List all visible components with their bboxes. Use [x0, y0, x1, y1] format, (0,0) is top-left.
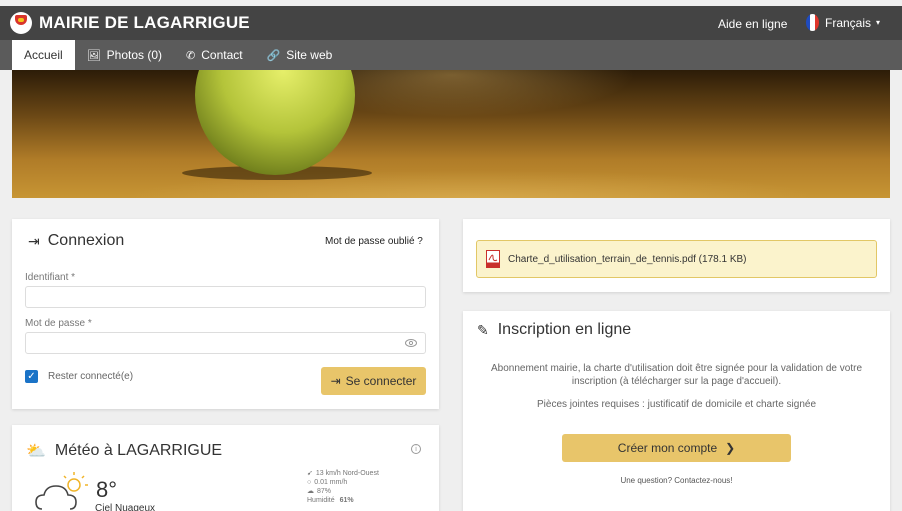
clouds-value: 87%: [317, 488, 332, 495]
attachment-card: Charte_d_utilisation_terrain_de_tennis.p…: [463, 219, 890, 292]
sign-in-icon: ⇥: [28, 232, 40, 249]
weather-title: ⛅ Météo à LAGARRIGUE: [26, 441, 222, 461]
weather-condition: Ciel Nuageux: [95, 503, 156, 511]
help-link[interactable]: Aide en ligne: [718, 17, 787, 31]
rain-value: 0.01 mm/h: [314, 479, 348, 486]
app-title: MAIRIE DE LAGARRIGUE: [39, 13, 250, 32]
phone-icon: ✆: [186, 49, 196, 62]
remember-checkbox[interactable]: ✓: [25, 370, 38, 383]
login-card: ⇥ Connexion Mot de passe oublié ? Identi…: [12, 219, 439, 409]
username-input[interactable]: [25, 286, 426, 308]
pdf-file-icon: [486, 250, 500, 268]
caret-down-icon: ▾: [876, 18, 881, 27]
info-icon[interactable]: i: [411, 444, 421, 454]
forgot-password-link[interactable]: Mot de passe oublié ?: [325, 236, 423, 247]
create-account-label: Créer mon compte: [617, 441, 718, 455]
temperature: 8°: [96, 477, 118, 502]
registration-description: Abonnement mairie, la charte d'utilisati…: [490, 363, 862, 387]
language-selector[interactable]: Français ▾: [806, 14, 880, 31]
eye-icon[interactable]: [405, 337, 417, 349]
tab-accueil[interactable]: Accueil: [12, 40, 75, 70]
wind-icon: ➹: [307, 470, 313, 477]
tab-site-web[interactable]: 🔗 Site web: [255, 40, 345, 70]
username-label: Identifiant *: [25, 272, 76, 283]
nav-tabs: Accueil 🖼 Photos (0) ✆ Contact 🔗 Site we…: [0, 40, 902, 70]
cloudy-weather-icon: [35, 472, 88, 510]
password-label: Mot de passe *: [25, 318, 92, 329]
tennis-banner-image: [12, 70, 890, 198]
tab-contact[interactable]: ✆ Contact: [174, 40, 255, 70]
link-icon: 🔗: [266, 49, 281, 62]
registration-title: ✎ Inscription en ligne: [477, 321, 631, 339]
sun-cloud-icon: ⛅: [26, 443, 46, 460]
pdf-attachment[interactable]: Charte_d_utilisation_terrain_de_tennis.p…: [476, 240, 877, 278]
login-button[interactable]: ⇥ Se connecter: [321, 367, 426, 395]
top-bar: MAIRIE DE LAGARRIGUE Aide en ligne Franç…: [0, 6, 902, 40]
wind-value: 13 km/h Nord-Ouest: [315, 470, 379, 477]
create-account-button[interactable]: Créer mon compte ❯: [562, 434, 791, 462]
image-icon: 🖼: [86, 49, 101, 62]
tab-photos[interactable]: 🖼 Photos (0): [75, 40, 174, 70]
humidity-label: Humidité: [307, 497, 335, 504]
tab-label: Accueil: [24, 48, 63, 62]
pdf-file-name: Charte_d_utilisation_terrain_de_tennis.p…: [508, 253, 747, 265]
registration-card: ✎ Inscription en ligne Abonnement mairie…: [463, 311, 890, 511]
chevron-right-icon: ❯: [725, 441, 736, 455]
weather-card: ⛅ Météo à LAGARRIGUE i 8° Ciel Nuageux ➹…: [12, 425, 439, 511]
sign-in-icon: ⇥: [330, 374, 341, 388]
mairie-logo: [10, 12, 32, 34]
contact-question-link[interactable]: Une question? Contactez-nous!: [471, 476, 882, 485]
password-input[interactable]: [25, 332, 426, 354]
weather-stats: ➹ 13 km/h Nord-Ouest ○ 0.01 mm/h ☁ 87% Humi…: [307, 469, 382, 505]
tab-label: Photos (0): [106, 48, 163, 62]
remember-label: Rester connecté(e): [48, 371, 134, 382]
rain-icon: ○: [307, 479, 312, 486]
edit-icon: ✎: [477, 321, 489, 338]
tab-label: Contact: [201, 48, 243, 62]
registration-title-text: Inscription en ligne: [497, 321, 632, 338]
cloud-icon: ☁: [307, 488, 314, 495]
login-button-label: Se connecter: [345, 374, 417, 388]
tab-label: Site web: [286, 48, 333, 62]
french-flag-icon: [806, 14, 819, 31]
humidity-value: 61%: [339, 497, 354, 504]
tennis-ball: [195, 70, 355, 175]
login-title-text: Connexion: [47, 232, 125, 249]
language-label: Français: [825, 15, 872, 30]
login-title: ⇥ Connexion: [28, 232, 124, 250]
required-documents: Pièces jointes requises : justificatif d…: [536, 399, 817, 410]
weather-title-text: Météo à LAGARRIGUE: [54, 442, 223, 459]
